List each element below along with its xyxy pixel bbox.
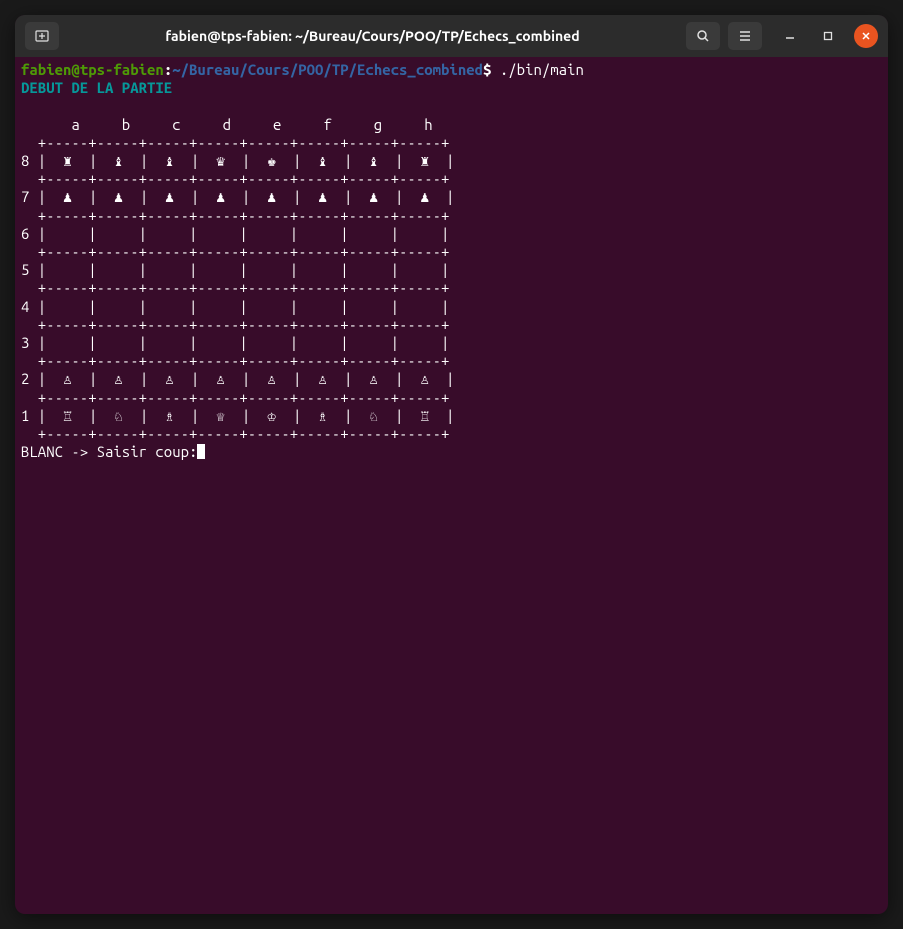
board-divider: +-----+-----+-----+-----+-----+-----+---…	[21, 243, 449, 260]
board-row-3: 3 | | | | | | | | |	[21, 334, 449, 351]
board-header: a b c d e f g h	[21, 116, 458, 133]
menu-button[interactable]	[728, 22, 762, 50]
board-divider: +-----+-----+-----+-----+-----+-----+---…	[21, 352, 449, 369]
board-divider: +-----+-----+-----+-----+-----+-----+---…	[21, 134, 449, 151]
input-prompt: BLANC -> Saisir coup:	[21, 443, 197, 460]
board-divider: +-----+-----+-----+-----+-----+-----+---…	[21, 207, 449, 224]
game-start-message: DEBUT DE LA PARTIE	[21, 79, 172, 96]
board-row-2: 2 | ♙ | ♙ | ♙ | ♙ | ♙ | ♙ | ♙ | ♙ |	[21, 370, 454, 387]
close-icon	[861, 31, 871, 41]
maximize-button[interactable]	[816, 24, 840, 48]
titlebar: fabien@tps-fabien: ~/Bureau/Cours/POO/TP…	[15, 15, 888, 57]
board-row-1: 1 | ♖ | ♘ | ♗ | ♕ | ♔ | ♗ | ♘ | ♖ |	[21, 407, 454, 424]
terminal-content[interactable]: fabien@tps-fabien:~/Bureau/Cours/POO/TP/…	[15, 57, 888, 914]
search-icon	[695, 28, 711, 44]
board-divider: +-----+-----+-----+-----+-----+-----+---…	[21, 389, 449, 406]
board-row-5: 5 | | | | | | | | |	[21, 261, 449, 278]
minimize-button[interactable]	[778, 24, 802, 48]
minimize-icon	[785, 31, 795, 41]
board-row-7: 7 | ♟ | ♟ | ♟ | ♟ | ♟ | ♟ | ♟ | ♟ |	[21, 188, 454, 205]
cursor	[197, 444, 205, 459]
window-controls	[778, 24, 878, 48]
search-button[interactable]	[686, 22, 720, 50]
hamburger-icon	[737, 28, 753, 44]
board-divider: +-----+-----+-----+-----+-----+-----+---…	[21, 316, 449, 333]
new-tab-icon	[34, 28, 50, 44]
terminal-window: fabien@tps-fabien: ~/Bureau/Cours/POO/TP…	[15, 15, 888, 914]
maximize-icon	[823, 31, 833, 41]
board-divider: +-----+-----+-----+-----+-----+-----+---…	[21, 279, 449, 296]
board-row-4: 4 | | | | | | | | |	[21, 298, 449, 315]
board-row-6: 6 | | | | | | | | |	[21, 225, 449, 242]
close-button[interactable]	[854, 24, 878, 48]
prompt-sep1: :	[164, 61, 172, 78]
window-title: fabien@tps-fabien: ~/Bureau/Cours/POO/TP…	[67, 28, 678, 44]
board-divider: +-----+-----+-----+-----+-----+-----+---…	[21, 425, 449, 442]
prompt-user: fabien@tps-fabien	[21, 61, 164, 78]
board-divider: +-----+-----+-----+-----+-----+-----+---…	[21, 170, 449, 187]
prompt-path: ~/Bureau/Cours/POO/TP/Echecs_combined	[172, 61, 483, 78]
prompt-sep2: $	[483, 61, 491, 78]
new-tab-button[interactable]	[25, 22, 59, 50]
board-row-8: 8 | ♜ | ♝ | ♝ | ♛ | ♚ | ♝ | ♝ | ♜ |	[21, 152, 454, 169]
command-text: ./bin/main	[500, 61, 584, 78]
